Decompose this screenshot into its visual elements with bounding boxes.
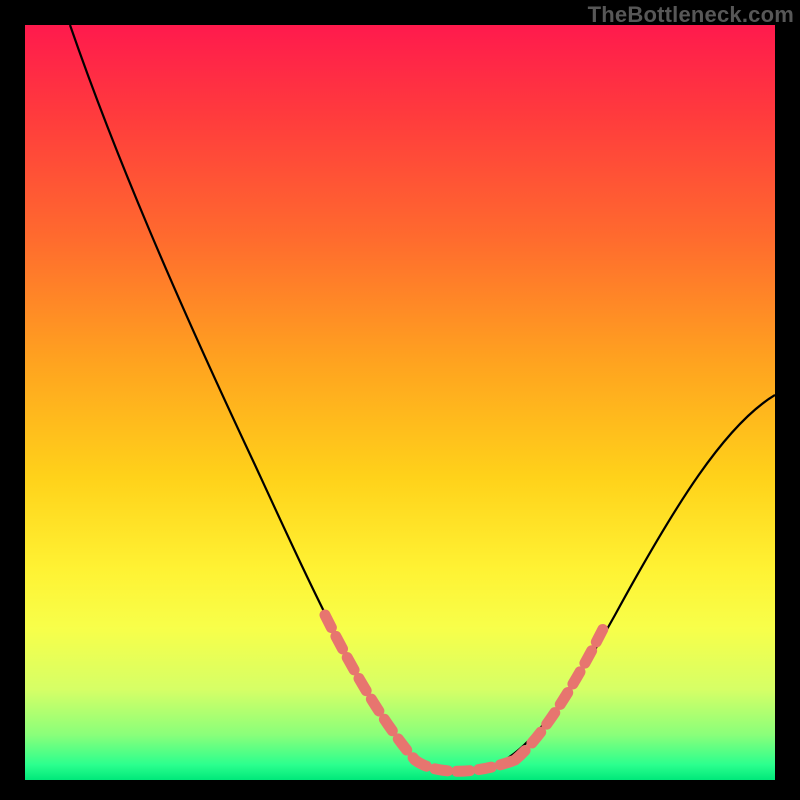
highlight-left [325, 615, 415, 760]
highlight-bottom [415, 760, 515, 771]
plot-area [25, 25, 775, 780]
bottleneck-curve-svg [25, 25, 775, 780]
watermark-text: TheBottleneck.com [588, 2, 794, 28]
highlight-right [515, 625, 605, 760]
bottleneck-curve [70, 25, 775, 773]
chart-frame: TheBottleneck.com [0, 0, 800, 800]
